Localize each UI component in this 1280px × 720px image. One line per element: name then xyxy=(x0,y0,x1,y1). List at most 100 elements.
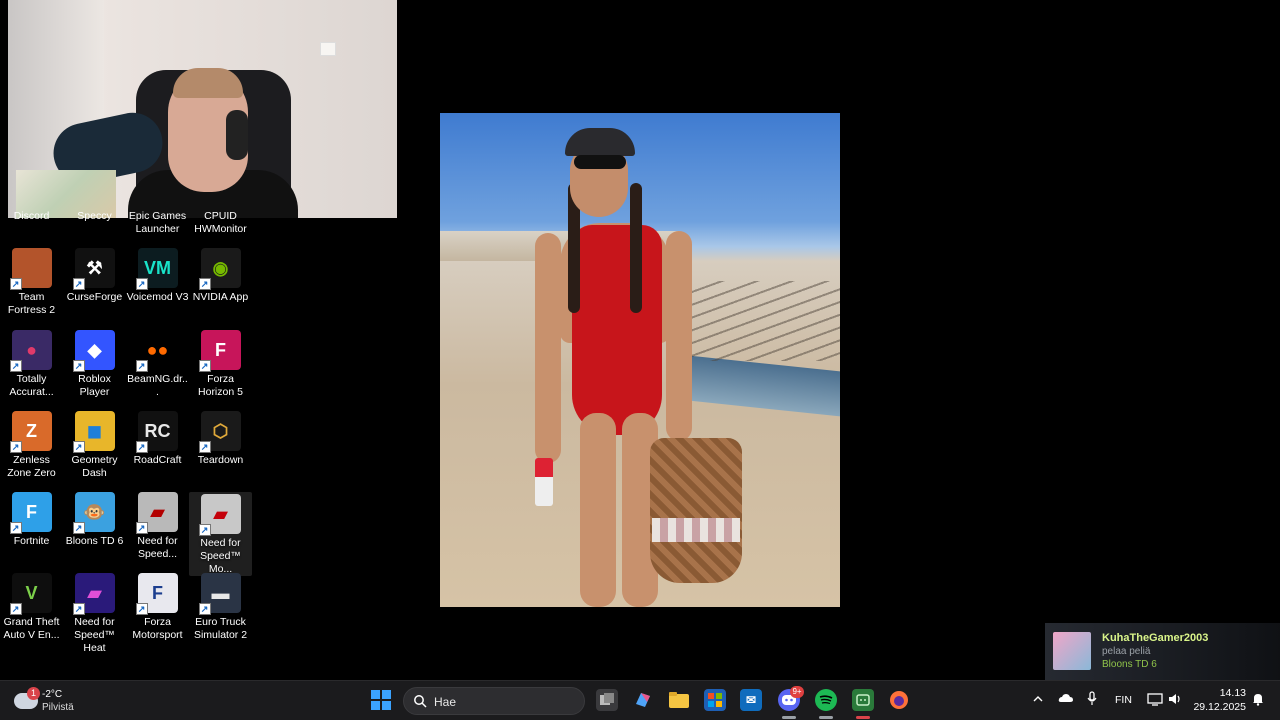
desktop-icon[interactable]: ▰ ↗ Need for Speed™ Heat xyxy=(63,573,126,655)
desktop-icon[interactable]: ◼ ↗ Geometry Dash xyxy=(63,411,126,480)
shortcut-arrow-icon: ↗ xyxy=(72,360,85,372)
photo-right-braid xyxy=(630,183,642,313)
desktop-icon[interactable]: ◉ ↗ NVIDIA App xyxy=(189,248,252,304)
shortcut-arrow-icon: ↗ xyxy=(9,441,22,453)
desktop-icon[interactable]: RC ↗ RoadCraft xyxy=(126,411,189,467)
desktop-icon-label: NVIDIA App xyxy=(192,291,249,303)
desktop-icon[interactable]: ▰ ↗ Need for Speed... xyxy=(126,492,189,561)
desktop-icon[interactable]: F ↗ Forza Horizon 5 xyxy=(189,330,252,399)
photo-swimsuit xyxy=(572,225,662,435)
desktop-icon[interactable]: ●● ↗ BeamNG.dr... xyxy=(126,330,189,399)
desktop-icon[interactable]: F ↗ Fortnite xyxy=(0,492,63,548)
desktop-icon[interactable]: V ↗ Grand Theft Auto V En... xyxy=(0,573,63,642)
app-icon-glyph: VM xyxy=(144,257,171,278)
app-icon-glyph: RC xyxy=(144,420,171,441)
friend-name: KuhaTheGamer2003 xyxy=(1102,632,1209,644)
app-icon: F ↗ xyxy=(198,330,241,372)
shortcut-arrow-icon: ↗ xyxy=(135,441,148,453)
app-icon-glyph: F xyxy=(152,582,163,603)
app-icon: ▰ ↗ xyxy=(135,492,178,534)
shortcut-arrow-icon: ↗ xyxy=(135,522,148,534)
windows-logo-tile xyxy=(371,690,380,699)
discord-notification-badge: 9+ xyxy=(790,686,804,698)
desktop-icon-label: Grand Theft Auto V En... xyxy=(3,616,60,641)
weather-badge: 1 xyxy=(27,687,40,700)
photo-picnic-basket xyxy=(650,438,742,583)
desktop-icon[interactable]: ◆ ↗ Roblox Player xyxy=(63,330,126,399)
desktop-icon[interactable]: VM ↗ Voicemod V3 xyxy=(126,248,189,304)
taskbar-clock[interactable]: 14.13 29.12.2025 xyxy=(1190,686,1246,714)
chevron-up-icon[interactable] xyxy=(1032,693,1044,708)
desktop-icon-label: Need for Speed... xyxy=(137,535,178,560)
file-explorer-icon[interactable] xyxy=(668,689,690,711)
desktop-icon[interactable]: ⬡ ↗ Teardown xyxy=(189,411,252,467)
shortcut-arrow-icon: ↗ xyxy=(135,360,148,372)
photo-left-leg xyxy=(580,413,616,607)
microsoft-store-icon[interactable] xyxy=(704,689,726,711)
obs-capture-icon[interactable] xyxy=(852,689,874,711)
obs-active-indicator xyxy=(856,716,870,719)
app-icon: ◼ ↗ xyxy=(72,411,115,453)
volume-icon[interactable] xyxy=(1168,692,1182,709)
weather-widget[interactable]: 1 -2°C Pilvistä xyxy=(14,687,104,717)
copilot-icon[interactable] xyxy=(632,689,654,711)
input-language[interactable]: FIN xyxy=(1115,694,1132,706)
shortcut-arrow-icon: ↗ xyxy=(72,441,85,453)
notification-bell-icon[interactable] xyxy=(1251,692,1265,709)
desktop-icon-label: Need for Speed™ Heat xyxy=(74,616,115,654)
spotify-icon[interactable] xyxy=(815,689,837,711)
onedrive-icon[interactable] xyxy=(1058,692,1074,707)
start-button[interactable] xyxy=(371,690,391,710)
app-icon: ▰ ↗ xyxy=(198,494,241,536)
network-icon[interactable] xyxy=(1147,692,1163,709)
desktop-icon-label: Totally Accurat... xyxy=(9,373,54,398)
task-view-icon[interactable] xyxy=(596,689,618,711)
friend-status: pelaa peliä xyxy=(1102,646,1151,657)
desktop-icon-label: Teardown xyxy=(197,454,244,466)
photo-sunglasses xyxy=(574,155,626,169)
app-icon: ▰ ↗ xyxy=(72,573,115,615)
app-icon-glyph: 🐵 xyxy=(83,501,106,522)
desktop-icon-label: Roblox Player xyxy=(78,373,111,398)
desktop-icon-label: Forza Horizon 5 xyxy=(198,373,243,398)
shortcut-arrow-icon: ↗ xyxy=(72,603,85,615)
app-icon: ◆ ↗ xyxy=(72,330,115,372)
desktop-icon[interactable]: ▰ ↗ Need for Speed™ Mo... xyxy=(189,492,252,576)
windows-logo-tile xyxy=(382,690,391,699)
photo-cap xyxy=(565,128,635,156)
photo-basket-stripe xyxy=(652,518,740,542)
app-icon-glyph: ◆ xyxy=(87,339,102,360)
photo-soda-can xyxy=(535,458,553,506)
app-icon: V ↗ xyxy=(9,573,52,615)
desktop-icon-label: RoadCraft xyxy=(133,454,182,466)
desktop-icon[interactable]: ● ↗ Totally Accurat... xyxy=(0,330,63,399)
app-icon-glyph: ▰ xyxy=(87,582,102,603)
app-icon: ◉ ↗ xyxy=(198,248,241,290)
app-icon: ↗ xyxy=(9,248,52,290)
weather-temp: -2°C xyxy=(42,689,63,700)
firefox-icon[interactable] xyxy=(888,689,910,711)
friend-avatar xyxy=(1053,632,1091,670)
desktop-icon-label: Forza Motorsport xyxy=(132,616,183,641)
taskbar-search[interactable]: Hae xyxy=(403,687,585,715)
microphone-icon[interactable] xyxy=(1087,691,1097,710)
app-icon-glyph: ● xyxy=(26,339,37,360)
desktop-icon-label: Bloons TD 6 xyxy=(65,535,124,547)
desktop-icon[interactable]: ⚒ ↗ CurseForge xyxy=(63,248,126,304)
desktop-icon-label: Voicemod V3 xyxy=(126,291,189,303)
app-icon-glyph: F xyxy=(26,501,37,522)
taskbar: 1 -2°C Pilvistä Hae ✉ 9+ FIN 14.13 29.12… xyxy=(0,680,1280,720)
shortcut-arrow-icon: ↗ xyxy=(9,522,22,534)
photo-right-arm xyxy=(666,231,692,441)
desktop-icon[interactable]: ↗ Team Fortress 2 xyxy=(0,248,63,317)
desktop-icon[interactable]: 🐵 ↗ Bloons TD 6 xyxy=(63,492,126,548)
desktop-icon[interactable]: ▬ ↗ Euro Truck Simulator 2 xyxy=(189,573,252,642)
app-icon-glyph: ●● xyxy=(146,339,169,360)
search-placeholder: Hae xyxy=(434,695,457,709)
desktop-icon[interactable]: F ↗ Forza Motorsport xyxy=(126,573,189,642)
friend-game: Bloons TD 6 xyxy=(1102,659,1157,670)
friend-playing-notification[interactable]: KuhaTheGamer2003 pelaa peliä Bloons TD 6 xyxy=(1045,623,1280,680)
outlook-icon[interactable]: ✉ xyxy=(740,689,762,711)
shortcut-arrow-icon: ↗ xyxy=(198,603,211,615)
desktop-icon[interactable]: Z ↗ Zenless Zone Zero xyxy=(0,411,63,480)
